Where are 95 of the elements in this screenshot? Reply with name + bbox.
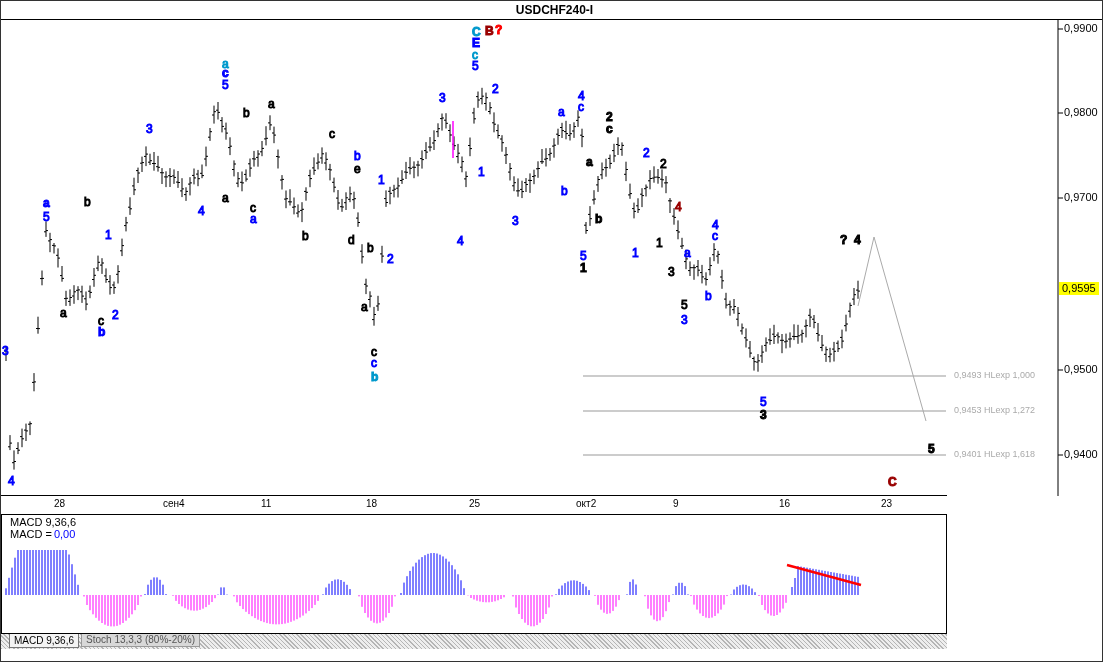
indicator-title: MACD 9,36,6	[10, 516, 77, 528]
wave-label: b	[302, 230, 309, 242]
wave-label: 2	[112, 309, 119, 321]
wave-label: b	[98, 326, 106, 338]
wave-label: c	[329, 128, 335, 140]
wave-label: C	[472, 26, 481, 38]
wave-label: 5	[43, 211, 50, 223]
wave-label: 3	[668, 266, 675, 278]
wave-label: 5	[472, 60, 479, 72]
wave-label: a	[43, 197, 50, 209]
date-label: 25	[469, 499, 481, 509]
wave-label: 3	[146, 123, 153, 135]
level-label: 0,9493 HLexp 1,000	[954, 371, 1036, 380]
wave-label: 5	[928, 443, 935, 455]
wave-label: 1	[632, 247, 639, 259]
wave-label: c	[472, 49, 478, 61]
wave-label: 1	[105, 229, 112, 241]
level-label: 0,9401 HLexp 1,618	[954, 450, 1036, 459]
date-label: окт2	[576, 499, 597, 509]
wave-label: 4	[198, 205, 205, 217]
wave-label: 5	[760, 396, 767, 408]
date-label: 9	[673, 499, 679, 509]
wave-label: c	[371, 357, 377, 369]
wave-label: 2	[643, 147, 650, 159]
wave-label: b	[367, 242, 374, 254]
wave-label: a	[361, 301, 368, 313]
price-label: 0,9400	[1064, 449, 1098, 460]
date-label: 23	[881, 499, 893, 509]
wave-label: c	[371, 346, 377, 358]
wave-label: a	[222, 58, 229, 70]
wave-label: B	[485, 25, 494, 37]
wave-label: 4	[8, 475, 15, 487]
level-label: 0,9453 HLexp 1,272	[954, 406, 1036, 415]
wave-label: 2	[606, 111, 613, 123]
wave-label: c	[222, 67, 229, 79]
wave-label: 4	[712, 219, 719, 231]
wave-label: c	[578, 101, 584, 113]
price-label: 0,9900	[1064, 23, 1098, 34]
wave-label: 4	[578, 90, 585, 102]
wave-label: c	[712, 230, 718, 242]
wave-label: E	[472, 37, 480, 49]
wave-label: a	[60, 307, 67, 319]
wave-label: 3	[2, 345, 9, 357]
indicator-tab[interactable]: Stoch 13,3,3 (80%-20%)	[81, 634, 200, 647]
wave-label: b	[354, 150, 361, 162]
date-label: 28	[54, 499, 66, 509]
wave-label: 2	[387, 253, 394, 265]
wave-label: 1	[580, 262, 587, 274]
indicator-value: 0,00	[53, 528, 76, 540]
wave-label: c	[606, 123, 613, 135]
wave-label: 3	[760, 409, 767, 421]
wave-label: 4	[675, 201, 682, 213]
current-price-badge: 0,9595	[1059, 282, 1099, 295]
wave-label: 1	[656, 237, 663, 249]
wave-label: e	[354, 163, 361, 175]
wave-label: c	[250, 202, 256, 214]
wave-label: 1	[378, 174, 385, 186]
wave-label: c	[98, 315, 104, 327]
wave-label: b	[561, 185, 568, 197]
wave-label: a	[222, 192, 229, 204]
wave-label: 2	[492, 83, 499, 95]
wave-label: a	[558, 106, 565, 118]
wave-label: 5	[580, 250, 587, 262]
price-label: 0,9800	[1064, 107, 1098, 118]
wave-label: ?	[840, 234, 848, 246]
wave-label: 4	[854, 234, 861, 246]
wave-label: ?	[495, 24, 503, 36]
wave-label: 4	[457, 235, 464, 247]
date-label: сен4	[163, 499, 185, 509]
wave-label: a	[268, 98, 275, 110]
wave-label: b	[595, 213, 603, 225]
wave-label: b	[371, 371, 379, 383]
indicator-value-label: MACD =	[10, 528, 52, 540]
wave-label: a	[684, 247, 691, 259]
wave-label: 3	[439, 92, 446, 104]
wave-label: a	[586, 156, 593, 168]
wave-label: C	[888, 476, 897, 488]
chart-title: USDCHF240-I	[515, 2, 594, 19]
wave-label: 2	[660, 158, 667, 170]
wave-label: 3	[681, 314, 688, 326]
wave-label: b	[705, 290, 712, 302]
wave-label: 3	[512, 215, 519, 227]
wave-label: d	[348, 234, 355, 246]
wave-label: b	[243, 107, 250, 119]
wave-label: 5	[681, 299, 688, 311]
date-label: 16	[779, 499, 791, 509]
date-label: 18	[366, 499, 378, 509]
wave-label: 1	[478, 166, 485, 178]
wave-label: b	[84, 196, 91, 208]
date-label: 11	[261, 499, 272, 509]
indicator-tab[interactable]: MACD 9,36,6	[9, 634, 80, 648]
price-label: 0,9500	[1064, 364, 1098, 375]
wave-label: 5	[222, 79, 229, 91]
wave-label: a	[250, 213, 257, 225]
price-label: 0,9700	[1064, 192, 1098, 203]
